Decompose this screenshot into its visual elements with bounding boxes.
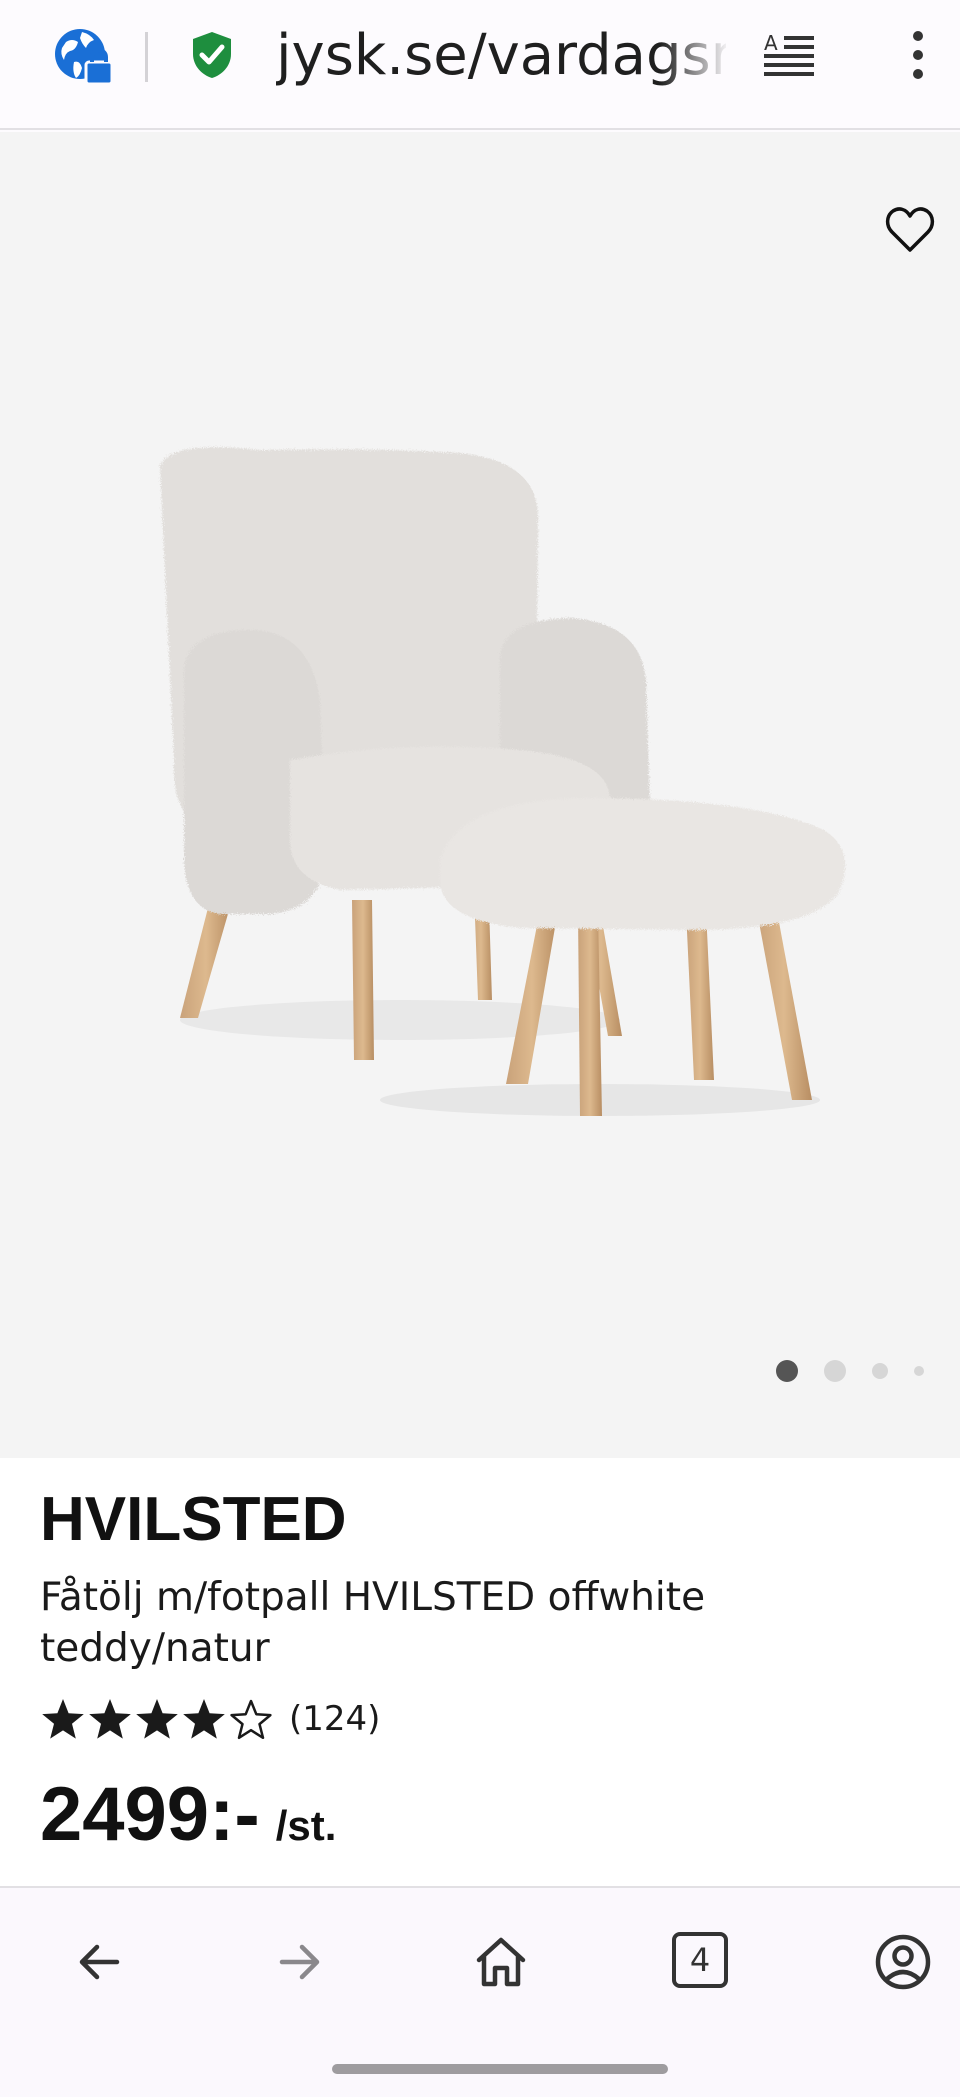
reader-mode-icon[interactable]: A [762, 30, 818, 80]
chair-with-footstool-photo [160, 447, 846, 1116]
star-outline-icon [230, 1699, 272, 1740]
gallery-dot[interactable] [914, 1366, 924, 1376]
url-fade [660, 20, 730, 92]
forward-arrow-icon[interactable] [270, 1932, 330, 1992]
price-unit: /st. [275, 1802, 337, 1849]
star-filled-icon [136, 1699, 178, 1739]
star-filled-icon [183, 1699, 225, 1739]
shield-check-icon[interactable] [190, 30, 234, 80]
account-icon[interactable] [873, 1932, 933, 1992]
price-block: 2499:- /st. [40, 1772, 336, 1858]
url-bar[interactable]: jysk.se/vardagsrum [276, 24, 726, 88]
more-vert-icon[interactable] [900, 28, 936, 82]
browser-toolbar: jysk.se/vardagsrum A [0, 0, 960, 130]
review-count[interactable]: (124) [289, 1699, 380, 1739]
tabs-counter-icon[interactable]: 4 [672, 1932, 728, 1988]
star-filled-icon [42, 1699, 84, 1739]
gallery-dot-active[interactable] [776, 1360, 798, 1382]
price-value: 2499:- [40, 1772, 260, 1857]
product-rating[interactable]: (124) [40, 1694, 380, 1744]
gallery-dot[interactable] [824, 1360, 846, 1382]
product-description: Fåtölj m/fotpall HVILSTED offwhite teddy… [40, 1575, 706, 1671]
home-icon[interactable] [471, 1932, 531, 1992]
product-name: HVILSTED [40, 1485, 347, 1554]
back-arrow-icon[interactable] [69, 1932, 129, 1992]
svg-text:A: A [764, 31, 778, 55]
globe-lock-icon[interactable] [52, 24, 116, 88]
gesture-bar[interactable] [332, 2064, 668, 2074]
gallery-dot[interactable] [872, 1363, 888, 1379]
gallery-pagination[interactable] [770, 1356, 930, 1384]
star-filled-icon [89, 1699, 131, 1739]
toolbar-divider [145, 32, 148, 82]
heart-outline-icon[interactable] [884, 206, 936, 254]
